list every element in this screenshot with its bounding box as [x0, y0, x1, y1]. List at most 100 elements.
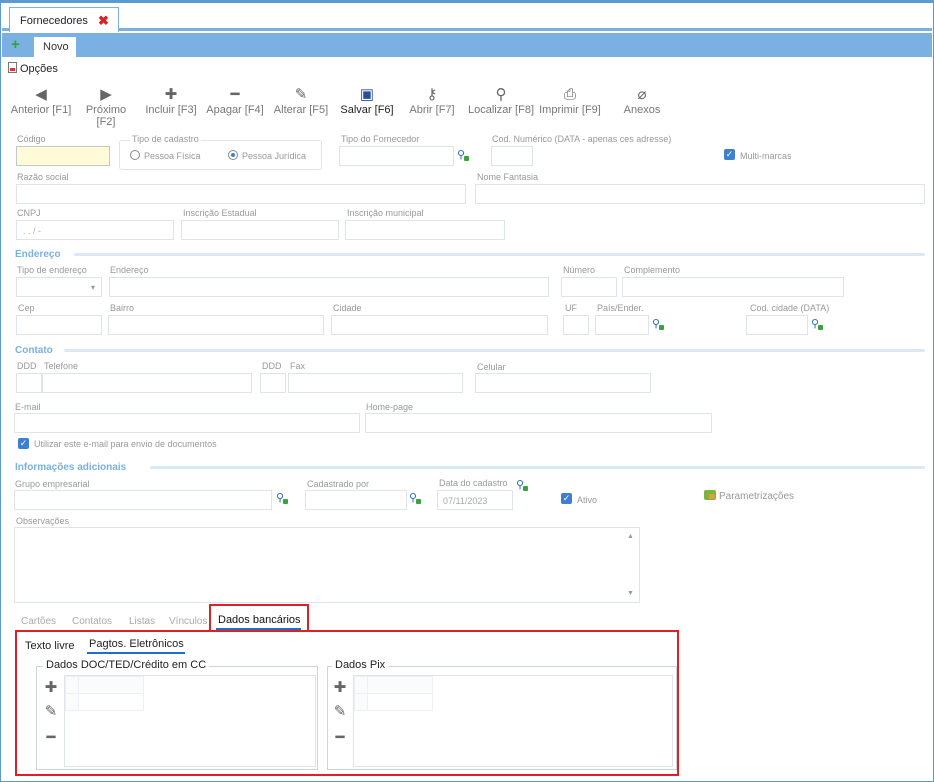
pais-input[interactable] — [595, 315, 649, 335]
uf-input[interactable] — [563, 315, 589, 335]
add-pix-plus-icon[interactable]: ✚ — [332, 680, 348, 696]
dados-bancarios-panel: Texto livre Pagtos. Eletrônicos Dados DO… — [15, 630, 679, 776]
supplier-form: Código Tipo de cadastro Pessoa Física Pe… — [0, 0, 934, 782]
ativo-label: Ativo — [577, 495, 598, 505]
fax-input[interactable] — [288, 373, 463, 393]
cidade-input[interactable] — [331, 315, 548, 335]
email-label: E-mail — [15, 402, 41, 412]
data-cadastro-value: 07/11/2023 — [443, 496, 488, 506]
scroll-up-icon[interactable]: ▲ — [627, 533, 634, 540]
email-input[interactable] — [14, 413, 360, 433]
settings-icon — [704, 490, 716, 500]
edit-doc-pencil-icon[interactable]: ✎ — [43, 704, 59, 720]
pix-group-title: Dados Pix — [332, 659, 389, 671]
tab-cartoes[interactable]: Cartões — [21, 616, 56, 627]
ddd2-input[interactable] — [260, 373, 286, 393]
inscricao-estadual-label: Inscrição Estadual — [183, 208, 257, 218]
celular-label: Celular — [477, 362, 506, 372]
info-section-title: Informações adicionais — [15, 462, 127, 473]
scroll-down-icon[interactable]: ▼ — [627, 590, 634, 597]
tipo-endereco-label: Tipo de endereço — [17, 265, 87, 275]
ddd1-input[interactable] — [16, 373, 42, 393]
ativo-checkbox[interactable]: ✓ — [561, 493, 572, 504]
data-cadastro-label: Data do cadastro — [439, 478, 508, 488]
tab-listas[interactable]: Listas — [129, 616, 155, 627]
cadastrado-lookup-icon[interactable]: ⚲ — [409, 491, 421, 505]
cnpj-label: CNPJ — [17, 208, 41, 218]
parametrizacoes-label: Parametrizações — [719, 491, 795, 502]
numero-input[interactable] — [561, 277, 617, 297]
codigo-input[interactable] — [16, 146, 110, 166]
grid-header-cell — [78, 676, 144, 694]
inner-active-underline — [87, 652, 185, 654]
grid-cell[interactable] — [78, 693, 144, 711]
parametrizacoes-button[interactable]: Parametrizações — [704, 490, 794, 502]
chevron-down-icon: ▾ — [91, 283, 96, 292]
fax-label: Fax — [290, 361, 306, 371]
grid-corner-cell — [65, 676, 79, 694]
grupo-lookup-icon[interactable]: ⚲ — [276, 491, 288, 505]
add-doc-plus-icon[interactable]: ✚ — [43, 680, 59, 696]
endereco-section-title: Endereço — [15, 249, 61, 260]
homepage-input[interactable] — [365, 413, 712, 433]
doc-ted-grid[interactable] — [64, 675, 316, 767]
cadastrado-input[interactable] — [305, 490, 407, 510]
endereco-input[interactable] — [109, 277, 549, 297]
cod-numerico-input[interactable] — [491, 146, 533, 166]
endereco-section-divider — [74, 253, 925, 256]
grid-header-cell — [367, 676, 433, 694]
cnpj-input[interactable]: . . / - — [16, 220, 174, 240]
calendar-icon[interactable]: ⚲ — [516, 478, 528, 492]
tipo-fornecedor-label: Tipo do Fornecedor — [341, 134, 420, 144]
tipo-fornecedor-input[interactable] — [339, 146, 454, 166]
bairro-input[interactable] — [108, 315, 324, 335]
pessoa-fisica-radio[interactable] — [130, 150, 140, 160]
pessoa-fisica-label: Pessoa Física — [144, 151, 201, 161]
tab-texto-livre[interactable]: Texto livre — [25, 640, 75, 652]
remove-pix-minus-icon[interactable]: ━ — [332, 730, 348, 746]
cod-cidade-lookup-icon[interactable]: ⚲ — [811, 317, 823, 331]
info-section-divider — [150, 466, 925, 469]
tab-vinculos[interactable]: Vínculos — [169, 616, 207, 627]
usar-email-label: Utilizar este e-mail para envio de docum… — [34, 439, 217, 449]
pessoa-juridica-label: Pessoa Jurídica — [242, 151, 307, 161]
tipo-fornecedor-lookup-icon[interactable]: ⚲ — [457, 148, 469, 162]
cidade-label: Cidade — [333, 303, 362, 313]
telefone-input[interactable] — [42, 373, 252, 393]
cep-input[interactable] — [16, 315, 102, 335]
inscricao-municipal-label: Inscrição municipal — [347, 208, 424, 218]
grupo-label: Grupo empresarial — [15, 479, 90, 489]
pais-lookup-icon[interactable]: ⚲ — [652, 317, 664, 331]
complemento-input[interactable] — [622, 277, 844, 297]
grid-cell[interactable] — [367, 693, 433, 711]
pix-grid[interactable] — [353, 675, 673, 767]
multi-marcas-checkbox[interactable]: ✓ — [724, 149, 735, 160]
pessoa-juridica-radio[interactable] — [228, 150, 238, 160]
contato-section-divider — [64, 349, 925, 352]
tab-dados-bancarios[interactable]: Dados bancários — [218, 614, 301, 626]
remove-doc-minus-icon[interactable]: ━ — [43, 730, 59, 746]
cod-cidade-input[interactable] — [746, 315, 808, 335]
pais-label: País/Ender. — [597, 303, 644, 313]
usar-email-checkbox[interactable]: ✓ — [18, 438, 29, 449]
cep-label: Cep — [18, 303, 35, 313]
razao-social-label: Razão social — [17, 172, 69, 182]
razao-social-input[interactable] — [16, 184, 466, 204]
cadastrado-label: Cadastrado por — [307, 479, 370, 489]
edit-pix-pencil-icon[interactable]: ✎ — [332, 704, 348, 720]
data-cadastro-input[interactable]: 07/11/2023 — [437, 490, 513, 510]
numero-label: Número — [563, 265, 596, 275]
inscricao-estadual-input[interactable] — [181, 220, 339, 240]
endereco-label: Endereço — [110, 265, 149, 275]
tipo-endereco-select[interactable]: ▾ — [16, 277, 102, 297]
grid-corner-cell — [354, 676, 368, 694]
observacoes-textarea[interactable]: ▲ ▼ — [14, 527, 640, 603]
tab-contatos[interactable]: Contatos — [72, 616, 112, 627]
inscricao-municipal-input[interactable] — [345, 220, 505, 240]
nome-fantasia-input[interactable] — [475, 184, 925, 204]
uf-label: UF — [565, 303, 577, 313]
grupo-input[interactable] — [14, 490, 272, 510]
tab-pagtos-eletronicos[interactable]: Pagtos. Eletrônicos — [89, 638, 184, 650]
bairro-label: Bairro — [110, 303, 135, 313]
celular-input[interactable] — [475, 373, 651, 393]
